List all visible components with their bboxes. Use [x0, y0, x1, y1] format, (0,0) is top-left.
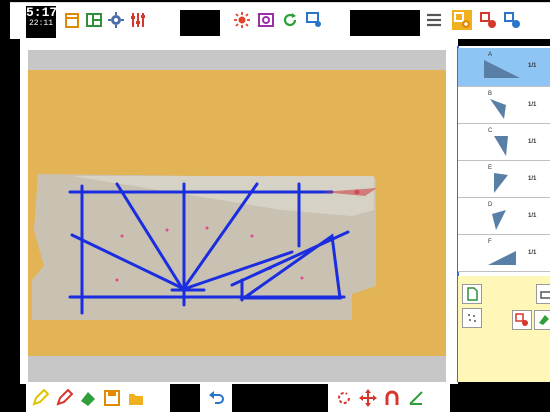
brightness-icon[interactable]	[232, 10, 252, 30]
clock: 5:17 22:11	[26, 5, 58, 38]
shape-item-c[interactable]: C 1/1	[458, 124, 550, 161]
sliders-icon[interactable]	[128, 10, 148, 30]
shape-thumbnail	[484, 60, 520, 78]
shape-delete-icon[interactable]	[512, 310, 532, 330]
bottom-spacer-3	[450, 384, 550, 412]
print-icon[interactable]	[536, 284, 550, 304]
grid-dots-icon[interactable]	[462, 308, 482, 328]
folder-icon[interactable]	[126, 388, 146, 408]
bottom-spacer-2	[232, 384, 328, 412]
shape-item-d[interactable]: D 1/1	[458, 198, 550, 235]
window-settings-icon[interactable]	[304, 10, 324, 30]
toolbar-spacer-2	[350, 10, 420, 36]
shape-thumbnail	[494, 173, 508, 193]
refresh-icon[interactable]	[280, 10, 300, 30]
clock-bottom: 22:11	[28, 19, 53, 28]
reference-photo[interactable]	[32, 170, 380, 320]
pencil-icon[interactable]	[30, 388, 50, 408]
canvas-top-strip	[28, 50, 446, 70]
shape-item-e[interactable]: E 1/1	[458, 161, 550, 198]
shape-settings-icon[interactable]	[502, 10, 522, 30]
canvas-bottom-strip	[28, 356, 446, 382]
shape-ratio: 1/1	[528, 213, 537, 219]
shape-ratio: 1/1	[528, 176, 537, 182]
shape-ratio: 1/1	[528, 102, 537, 108]
eraser-icon[interactable]	[54, 388, 74, 408]
gear-icon[interactable]	[106, 10, 126, 30]
shape-ratio: 1/1	[528, 250, 537, 256]
rotate-icon[interactable]	[334, 388, 354, 408]
document-icon[interactable]	[462, 284, 482, 304]
save-icon[interactable]	[102, 388, 122, 408]
move-icon[interactable]	[358, 388, 378, 408]
undo-icon[interactable]	[206, 388, 226, 408]
shape-thumbnail	[494, 136, 508, 156]
shape-item-b[interactable]: B 1/1	[458, 87, 550, 124]
camera-icon[interactable]	[256, 10, 276, 30]
shape-list: A 1/1 B 1/1 C 1/1 E 1/1 D 1/1 F 1/1	[458, 48, 550, 276]
delete-shape-icon[interactable]	[478, 10, 498, 30]
toolbar-spacer	[180, 10, 220, 36]
shape-ratio: 1/1	[528, 139, 537, 145]
magnet-icon[interactable]	[382, 388, 402, 408]
shape-thumbnail	[488, 251, 516, 265]
angle-icon[interactable]	[406, 388, 426, 408]
layout-icon[interactable]	[84, 10, 104, 30]
shape-item-a[interactable]: A 1/1	[458, 48, 550, 87]
shape-thumbnail	[492, 210, 506, 230]
page-icon[interactable]	[62, 10, 82, 30]
add-shape-icon[interactable]	[452, 10, 472, 30]
shape-fill-icon[interactable]	[534, 310, 550, 330]
shape-item-f[interactable]: F 1/1	[458, 235, 550, 272]
bottom-spacer	[170, 384, 200, 412]
shape-thumbnail	[490, 99, 506, 119]
clock-top: 5:17	[26, 5, 58, 20]
menu-icon[interactable]	[424, 10, 444, 30]
fill-icon[interactable]	[78, 388, 98, 408]
shape-ratio: 1/1	[528, 63, 537, 69]
bottom-edge	[0, 384, 26, 412]
